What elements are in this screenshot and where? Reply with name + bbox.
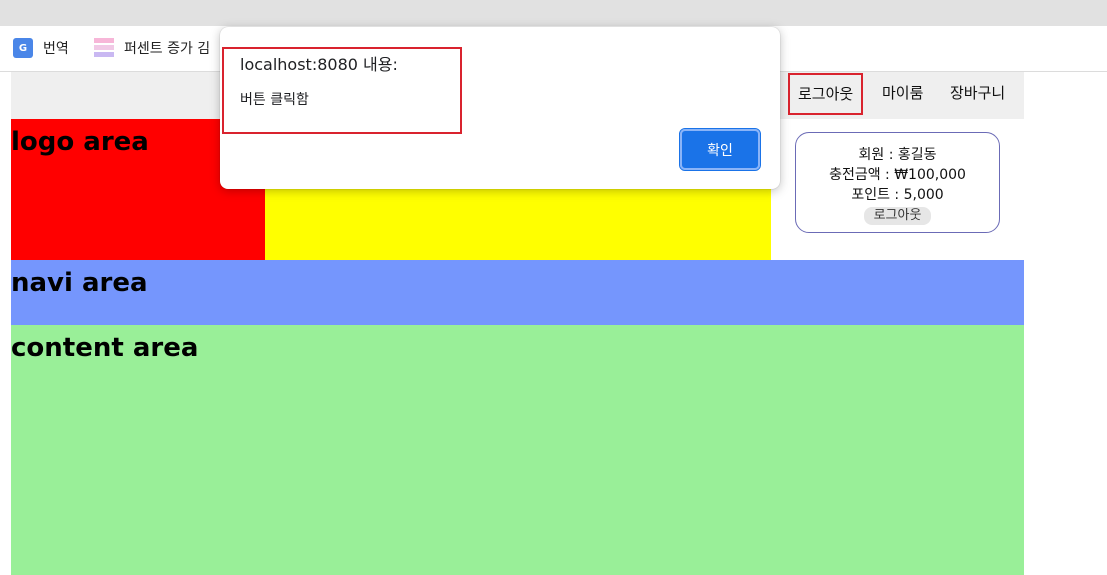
mypage-link[interactable]: 마이룸	[874, 72, 931, 114]
member-name: 회원 : 홍길동	[858, 147, 937, 163]
member-point: 포인트 : 5,000	[851, 187, 944, 203]
google-translate-icon: G	[13, 38, 33, 58]
bookmark-percent[interactable]: 퍼센트 증가 김	[94, 38, 210, 58]
dialog-origin-text: localhost:8080 내용:	[240, 55, 398, 74]
dialog-message: 버튼 클릭함	[240, 92, 309, 108]
bookmark-label: 번역	[43, 41, 69, 57]
bookmark-translate[interactable]: G 번역	[13, 38, 69, 58]
logout-link[interactable]: 로그아웃	[788, 73, 864, 115]
navi-area-title: navi area	[11, 268, 148, 298]
member-logout-button[interactable]: 로그아웃	[863, 207, 932, 225]
browser-chrome-top	[0, 0, 1107, 26]
dialog-ok-button[interactable]: 확인	[679, 128, 761, 171]
bookmark-label: 퍼센트 증가 김	[124, 41, 211, 57]
cart-link[interactable]: 장바구니	[942, 72, 1013, 114]
content-area: content area	[11, 325, 1024, 575]
percent-bars-icon	[94, 38, 114, 58]
content-area-title: content area	[11, 333, 199, 363]
navi-area: navi area	[11, 260, 1024, 325]
member-info-box: 회원 : 홍길동 충전금액 : ₩100,000 포인트 : 5,000 로그아…	[795, 132, 1000, 233]
member-charge: 충전금액 : ₩100,000	[829, 167, 966, 183]
alert-dialog: localhost:8080 내용: 버튼 클릭함 확인	[220, 27, 780, 189]
